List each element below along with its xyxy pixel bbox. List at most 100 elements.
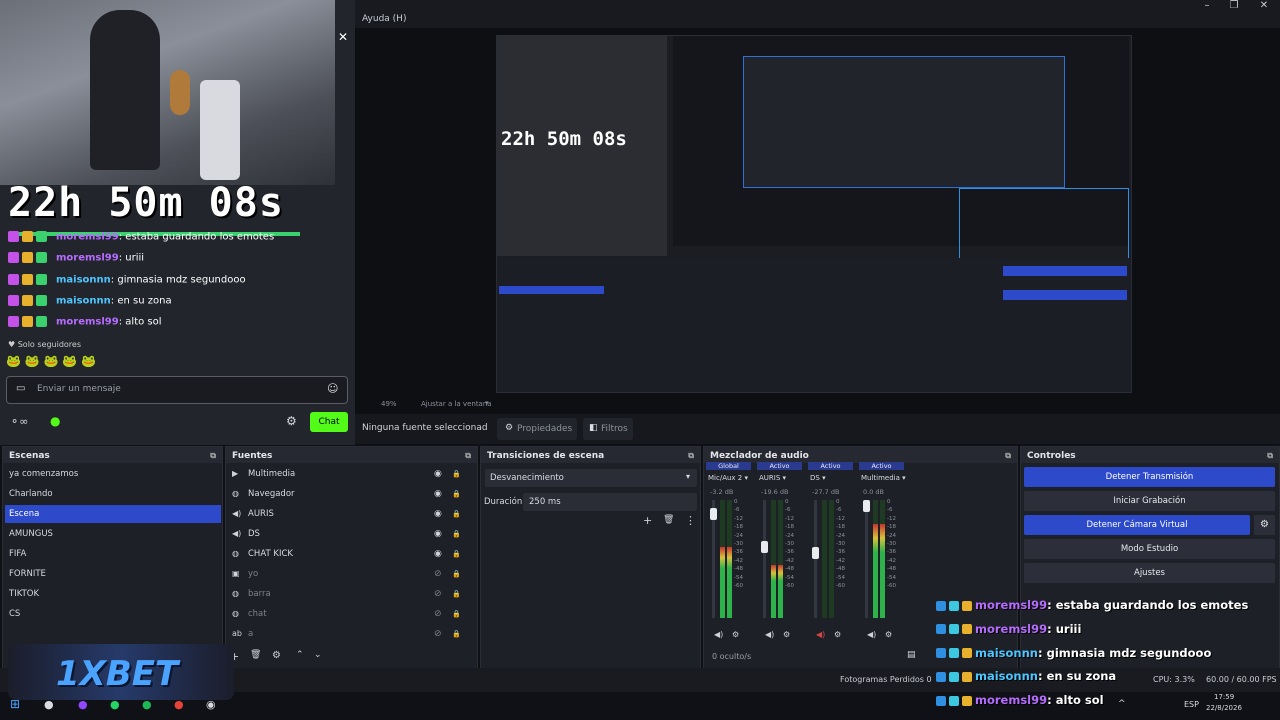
source-item[interactable]: ▶ Multimedia ◉ 🔒	[232, 465, 464, 483]
scene-item[interactable]: CS	[5, 605, 221, 623]
source-item[interactable]: ◍ CHAT KICK ◉ 🔒	[232, 545, 464, 563]
source-item[interactable]: ◍ barra ⊘ 🔒	[232, 585, 464, 603]
volume-fader[interactable]	[865, 500, 868, 618]
channel-name[interactable]: AURIS ▾	[759, 474, 786, 482]
eye-icon[interactable]: ◉	[434, 545, 442, 563]
emote-row[interactable]: 🐸 🐸 🐸 🐸 🐸	[6, 354, 96, 368]
properties-button[interactable]: ⚙ Propiedades	[497, 418, 577, 440]
source-item[interactable]: ◀) DS ◉ 🔒	[232, 525, 464, 543]
speaker-icon[interactable]: ◀)	[867, 630, 876, 639]
chat-username[interactable]: maisonnn	[975, 646, 1038, 660]
lock-icon[interactable]: 🔒	[452, 565, 461, 583]
lock-icon[interactable]: 🔒	[452, 625, 461, 643]
language-indicator[interactable]: ESP	[1184, 700, 1199, 709]
speaker-icon[interactable]: ◀)	[816, 630, 825, 639]
speaker-icon[interactable]: ◀)	[714, 630, 723, 639]
channel-name[interactable]: Mic/Aux 2 ▾	[708, 474, 748, 482]
vcam-settings-icon[interactable]: ⚙	[1254, 515, 1275, 535]
channel-settings-icon[interactable]: ⚙	[834, 630, 841, 639]
dock-icon[interactable]: ⧉	[210, 451, 216, 461]
chat-username[interactable]: moremsl99	[56, 232, 119, 243]
chat-username[interactable]: moremsl99	[975, 693, 1047, 707]
eye-icon[interactable]: ◉	[434, 485, 442, 503]
lock-icon[interactable]: 🔒	[452, 605, 461, 623]
emoji-icon[interactable]: ☺	[327, 382, 338, 395]
source-item[interactable]: ◍ chat ⊘ 🔒	[232, 605, 464, 623]
scene-item[interactable]: FORNITE	[5, 565, 221, 583]
chat-username[interactable]: maisonnn	[975, 669, 1038, 683]
add-transition-icon[interactable]: +	[643, 514, 652, 527]
duration-input[interactable]: 250 ms	[523, 493, 697, 511]
speaker-icon[interactable]: ◀)	[765, 630, 774, 639]
maximize-icon[interactable]: ❐	[1222, 0, 1246, 11]
tray-chevron-icon[interactable]: ^	[1118, 699, 1126, 709]
scene-item[interactable]: Escena	[5, 505, 221, 523]
dock-icon[interactable]: ⧉	[688, 451, 694, 461]
close-icon[interactable]: ✕	[338, 30, 348, 44]
fader-knob[interactable]	[812, 547, 819, 560]
menu-item-help[interactable]: Ayuda (H)	[362, 14, 406, 24]
scene-item[interactable]: AMUNGUS	[5, 525, 221, 543]
clock-date[interactable]: 22/8/2026	[1206, 704, 1242, 712]
chat-tools-icon[interactable]: ⚬∞	[10, 415, 28, 428]
chevron-down-icon[interactable]: ⌄	[314, 650, 322, 660]
zoom-level[interactable]: 49%	[381, 400, 397, 408]
chat-send-button[interactable]: Chat	[310, 412, 348, 432]
filters-button[interactable]: ◧ Filtros	[583, 418, 633, 440]
lock-icon[interactable]: 🔒	[452, 465, 461, 483]
channel-settings-icon[interactable]: ⚙	[783, 630, 790, 639]
eye-off-icon[interactable]: ⊘	[434, 625, 442, 643]
channel-settings-icon[interactable]: ⚙	[885, 630, 892, 639]
chat-username[interactable]: maisonnn	[56, 295, 111, 306]
channel-settings-icon[interactable]: ⚙	[732, 630, 739, 639]
lock-icon[interactable]: 🔒	[452, 505, 461, 523]
chevron-up-icon[interactable]: ⌃	[296, 650, 304, 660]
layout-icon[interactable]: ▤	[907, 650, 916, 660]
studio-mode-button[interactable]: Modo Estudio	[1024, 539, 1275, 559]
lock-icon[interactable]: 🔒	[452, 585, 461, 603]
stop-virtual-camera-button[interactable]: Detener Cámara Virtual	[1024, 515, 1250, 535]
chat-username[interactable]: moremsl99	[975, 598, 1047, 612]
close-window-icon[interactable]: ✕	[1252, 0, 1276, 11]
stop-stream-button[interactable]: Detener Transmisión	[1024, 467, 1275, 487]
eye-icon[interactable]: ◉	[434, 465, 442, 483]
chat-username[interactable]: maisonnn	[56, 274, 111, 285]
eye-off-icon[interactable]: ⊘	[434, 605, 442, 623]
dock-icon[interactable]: ⧉	[1267, 451, 1273, 461]
source-item[interactable]: ◀) AURIS ◉ 🔒	[232, 505, 464, 523]
lock-icon[interactable]: 🔒	[452, 545, 461, 563]
more-icon[interactable]: ⋮	[685, 514, 696, 527]
transition-select[interactable]: Desvanecimiento ▾	[485, 469, 697, 487]
lock-icon[interactable]: 🔒	[452, 525, 461, 543]
trash-icon[interactable]: 🗑	[663, 515, 674, 525]
eye-off-icon[interactable]: ⊘	[434, 585, 442, 603]
scene-item[interactable]: TIKTOK	[5, 585, 221, 603]
minimize-icon[interactable]: –	[1195, 0, 1219, 11]
channel-name[interactable]: Multimedia ▾	[861, 474, 906, 482]
fader-knob[interactable]	[761, 541, 768, 554]
eye-off-icon[interactable]: ⊘	[434, 565, 442, 583]
scene-item[interactable]: ya comenzamos	[5, 465, 221, 483]
dock-icon[interactable]: ⧉	[1005, 451, 1011, 461]
chevron-down-icon[interactable]: ▾	[485, 399, 489, 407]
channel-name[interactable]: DS ▾	[810, 474, 826, 482]
scene-item[interactable]: FIFA	[5, 545, 221, 563]
fader-knob[interactable]	[710, 508, 717, 521]
clock-time[interactable]: 17:59	[1214, 693, 1234, 701]
eye-icon[interactable]: ◉	[434, 525, 442, 543]
fader-knob[interactable]	[863, 499, 870, 512]
chat-settings-icon[interactable]: ⚙	[286, 414, 297, 428]
message-input[interactable]: ▭ Enviar un mensaje ☺	[6, 376, 348, 404]
source-item[interactable]: ▣ yo ⊘ 🔒	[232, 565, 464, 583]
trash-icon[interactable]: 🗑	[250, 650, 261, 660]
dock-icon[interactable]: ⧉	[465, 451, 471, 461]
start-recording-button[interactable]: Iniciar Grabación	[1024, 491, 1275, 511]
settings-button[interactable]: Ajustes	[1024, 563, 1275, 583]
source-item[interactable]: ab a ⊘ 🔒	[232, 625, 464, 643]
volume-fader[interactable]	[763, 500, 766, 618]
eye-icon[interactable]: ◉	[434, 505, 442, 523]
scene-item[interactable]: Charlando	[5, 485, 221, 503]
lock-icon[interactable]: 🔒	[452, 485, 461, 503]
chat-username[interactable]: moremsl99	[975, 622, 1047, 636]
kick-icon[interactable]: ●	[50, 414, 60, 428]
